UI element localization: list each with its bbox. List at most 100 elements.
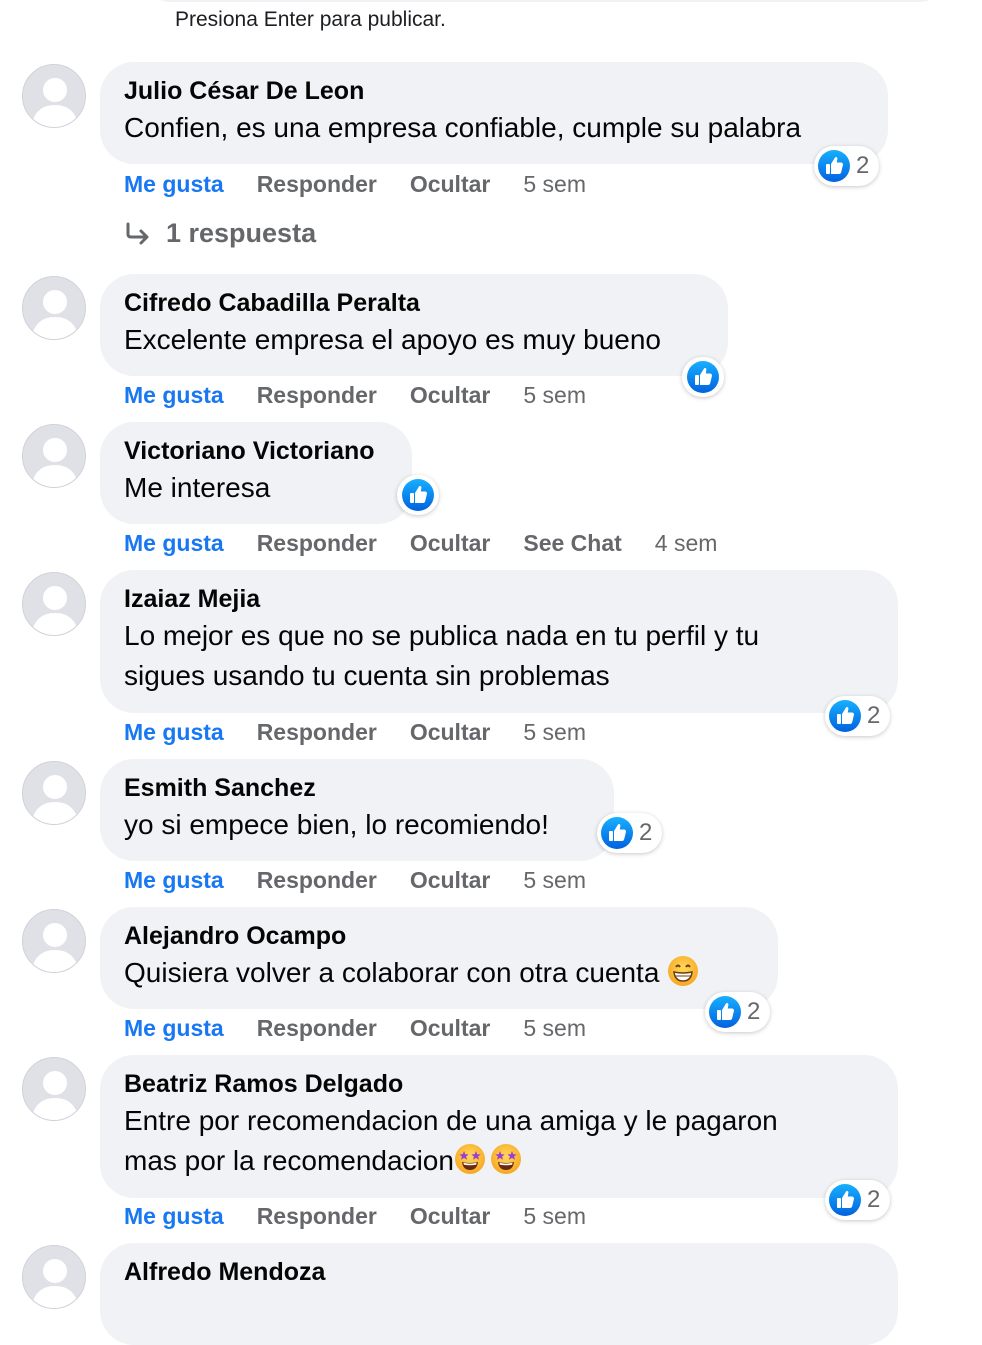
- replies-count-label: 1 respuesta: [166, 218, 317, 248]
- comment-bubble: Beatriz Ramos Delgado Entre por recomend…: [100, 1055, 898, 1198]
- avatar[interactable]: [22, 64, 86, 128]
- comment-text: Quisiera volver a colaborar con otra cue…: [124, 957, 660, 988]
- reaction-count: 2: [867, 1186, 881, 1213]
- comment-bubble: Esmith Sanchez yo si empece bien, lo rec…: [100, 759, 614, 861]
- hide-button[interactable]: Ocultar: [410, 529, 491, 557]
- reply-button[interactable]: Responder: [257, 1202, 377, 1230]
- timestamp[interactable]: 4 sem: [655, 529, 718, 557]
- reaction-count: 2: [747, 998, 761, 1025]
- reaction-summary[interactable]: 2: [825, 696, 891, 736]
- like-button[interactable]: Me gusta: [124, 1202, 224, 1230]
- timestamp[interactable]: 5 sem: [523, 1202, 586, 1230]
- reply-button[interactable]: Responder: [257, 718, 377, 746]
- hide-button[interactable]: Ocultar: [410, 866, 491, 894]
- comment-bubble: Cifredo Cabadilla Peralta Excelente empr…: [100, 274, 728, 376]
- comment-author[interactable]: Julio César De Leon: [124, 76, 864, 106]
- like-reaction-icon: [818, 150, 850, 182]
- default-avatar-icon: [23, 573, 86, 636]
- composer-hint: Presiona Enter para publicar.: [175, 8, 446, 31]
- comment-author[interactable]: Esmith Sanchez: [124, 773, 590, 803]
- timestamp[interactable]: 5 sem: [523, 866, 586, 894]
- avatar[interactable]: [22, 276, 86, 340]
- comment-bubble: Alfredo Mendoza: [100, 1243, 898, 1345]
- like-reaction-icon: [601, 817, 633, 849]
- reaction-summary[interactable]: 2: [814, 146, 880, 186]
- like-button[interactable]: Me gusta: [124, 1014, 224, 1042]
- comment-text: Excelente empresa el apoyo es muy bueno: [124, 324, 661, 355]
- like-reaction-icon: [829, 700, 861, 732]
- star-struck-emoji-icon: [454, 1143, 486, 1175]
- hide-button[interactable]: Ocultar: [410, 718, 491, 746]
- reaction-count: 2: [639, 819, 653, 846]
- star-struck-emoji-icon: [490, 1143, 522, 1175]
- timestamp[interactable]: 5 sem: [523, 718, 586, 746]
- hide-button[interactable]: Ocultar: [410, 381, 491, 409]
- timestamp[interactable]: 5 sem: [523, 1014, 586, 1042]
- avatar[interactable]: [22, 761, 86, 825]
- like-reaction-icon: [709, 996, 741, 1028]
- reply-arrow-icon: [126, 222, 149, 244]
- default-avatar-icon: [23, 762, 86, 825]
- hide-button[interactable]: Ocultar: [410, 1202, 491, 1230]
- comment-bubble: Julio César De Leon Confien, es una empr…: [100, 62, 888, 164]
- reaction-summary[interactable]: [682, 357, 724, 397]
- comment-author[interactable]: Cifredo Cabadilla Peralta: [124, 288, 704, 318]
- reaction-summary[interactable]: 2: [705, 992, 771, 1032]
- avatar[interactable]: [22, 1057, 86, 1121]
- like-button[interactable]: Me gusta: [124, 170, 224, 198]
- comment-actions: Me gusta Responder Ocultar 5 sem: [124, 1202, 586, 1230]
- default-avatar-icon: [23, 1246, 86, 1309]
- view-replies-link[interactable]: 1 respuesta: [124, 218, 316, 249]
- hide-button[interactable]: Ocultar: [410, 1014, 491, 1042]
- grinning-face-emoji-icon: [667, 955, 699, 987]
- reply-button[interactable]: Responder: [257, 866, 377, 894]
- comment-text-line: mas por la recomendacion: [124, 1145, 454, 1176]
- comment-text-row: Quisiera volver a colaborar con otra cue…: [124, 953, 754, 993]
- avatar[interactable]: [22, 909, 86, 973]
- like-reaction-icon: [687, 361, 719, 393]
- comment-author[interactable]: Izaiaz Mejia: [124, 584, 874, 614]
- reaction-summary[interactable]: 2: [597, 813, 663, 853]
- reply-button[interactable]: Responder: [257, 170, 377, 198]
- like-button[interactable]: Me gusta: [124, 381, 224, 409]
- reply-button[interactable]: Responder: [257, 529, 377, 557]
- comment-actions: Me gusta Responder Ocultar See Chat 4 se…: [124, 529, 717, 557]
- reaction-count: 2: [856, 152, 870, 179]
- reply-button[interactable]: Responder: [257, 1014, 377, 1042]
- comment-text: Confien, es una empresa confiable, cumpl…: [124, 112, 802, 143]
- reaction-count: 2: [867, 702, 881, 729]
- comment-author[interactable]: Victoriano Victoriano: [124, 436, 388, 466]
- like-reaction-icon: [402, 479, 434, 511]
- avatar[interactable]: [22, 1245, 86, 1309]
- see-chat-button[interactable]: See Chat: [523, 529, 621, 557]
- default-avatar-icon: [23, 425, 86, 488]
- timestamp[interactable]: 5 sem: [523, 381, 586, 409]
- comment-text: yo si empece bien, lo recomiendo!: [124, 809, 549, 840]
- comment-composer[interactable]: [150, 0, 940, 2]
- avatar[interactable]: [22, 572, 86, 636]
- default-avatar-icon: [23, 65, 86, 128]
- like-button[interactable]: Me gusta: [124, 529, 224, 557]
- like-button[interactable]: Me gusta: [124, 718, 224, 746]
- comment-author[interactable]: Beatriz Ramos Delgado: [124, 1069, 874, 1099]
- reply-button[interactable]: Responder: [257, 381, 377, 409]
- default-avatar-icon: [23, 1058, 86, 1121]
- comment-bubble: Izaiaz Mejia Lo mejor es que no se publi…: [100, 570, 898, 713]
- comment-text: Me interesa: [124, 472, 271, 503]
- comment-actions: Me gusta Responder Ocultar 5 sem: [124, 1014, 586, 1042]
- comment-actions: Me gusta Responder Ocultar 5 sem: [124, 866, 586, 894]
- comment-author[interactable]: Alejandro Ocampo: [124, 921, 754, 951]
- avatar[interactable]: [22, 424, 86, 488]
- reaction-summary[interactable]: 2: [825, 1180, 891, 1220]
- hide-button[interactable]: Ocultar: [410, 170, 491, 198]
- comment-text-row: mas por la recomendacion: [124, 1141, 874, 1181]
- timestamp[interactable]: 5 sem: [523, 170, 586, 198]
- like-button[interactable]: Me gusta: [124, 866, 224, 894]
- comment-text-line: Lo mejor es que no se publica nada en tu…: [124, 620, 760, 651]
- comment-author[interactable]: Alfredo Mendoza: [124, 1257, 874, 1287]
- comment-bubble: Alejandro Ocampo Quisiera volver a colab…: [100, 907, 778, 1009]
- like-reaction-icon: [829, 1184, 861, 1216]
- default-avatar-icon: [23, 277, 86, 340]
- comment-bubble: Victoriano Victoriano Me interesa: [100, 422, 412, 524]
- reaction-summary[interactable]: [397, 475, 439, 515]
